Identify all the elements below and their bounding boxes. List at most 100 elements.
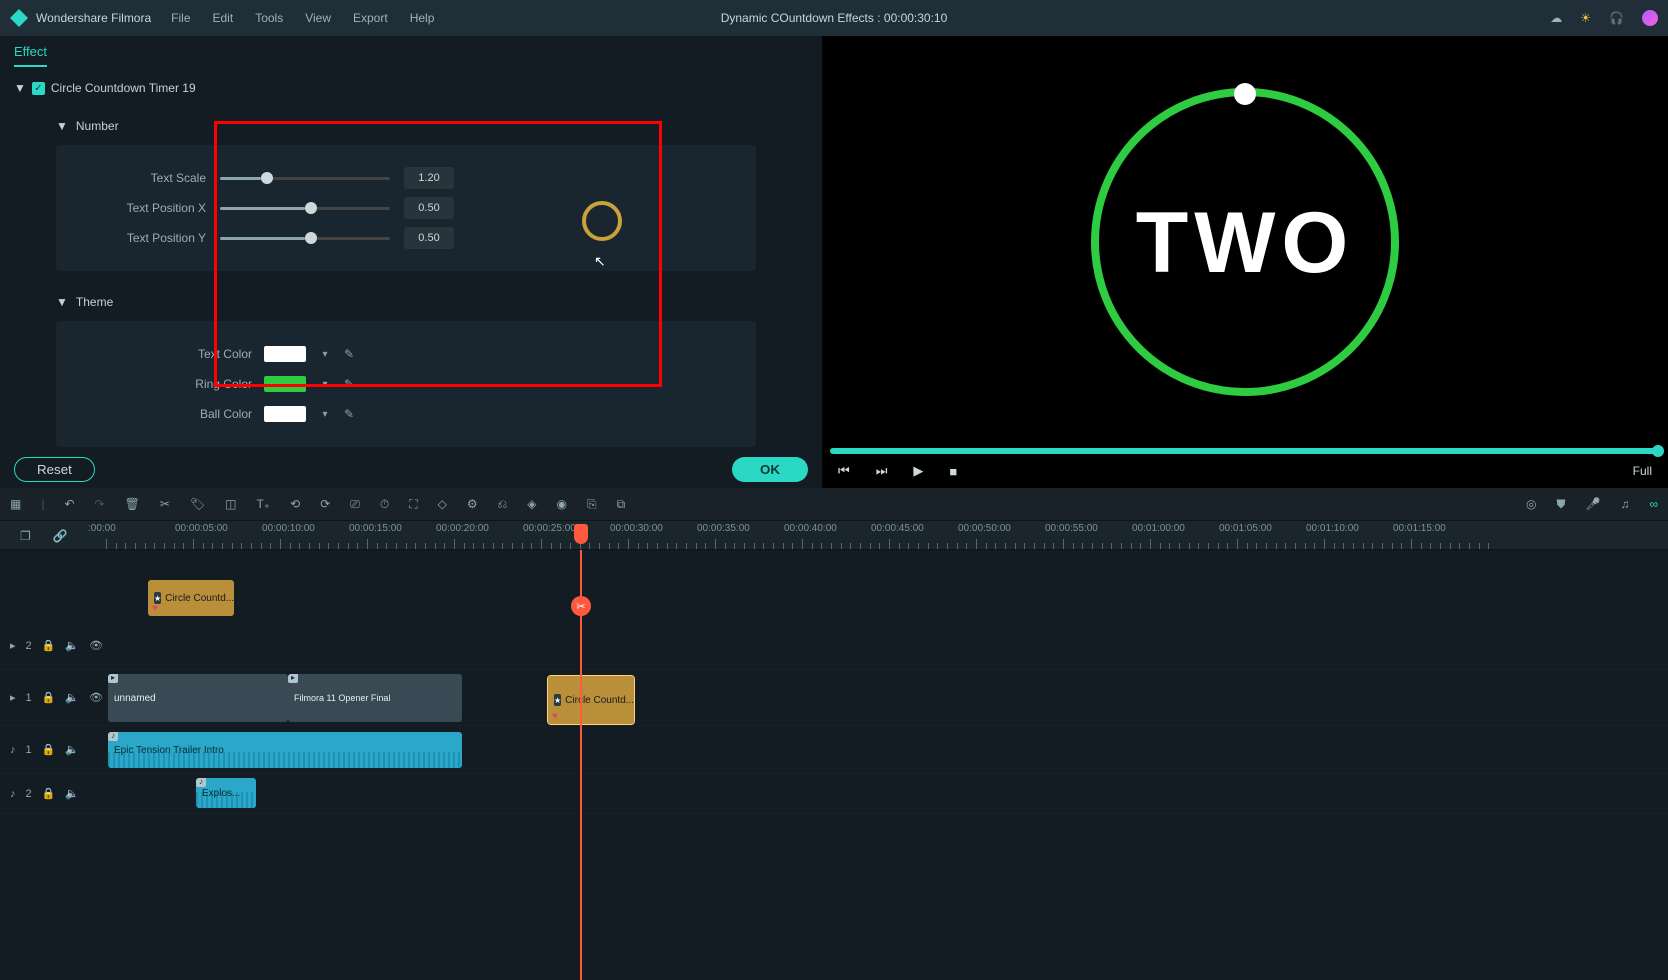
- audio-levels-icon[interactable]: ⎌: [498, 497, 508, 512]
- timeline-link-icon[interactable]: 🔗: [53, 529, 68, 543]
- ok-button[interactable]: OK: [732, 457, 808, 482]
- ruler-tick-label: 00:00:05:00: [175, 523, 228, 534]
- mute-icon[interactable]: 🔈: [65, 787, 79, 800]
- music-icon[interactable]: ♫: [1620, 497, 1629, 512]
- section-theme-header[interactable]: ▼ Theme: [56, 289, 808, 321]
- effect-enabled-checkbox[interactable]: ✓: [32, 82, 45, 95]
- tab-effect[interactable]: Effect: [14, 44, 47, 67]
- menu-view[interactable]: View: [305, 11, 331, 25]
- export-icon[interactable]: ⎘: [587, 497, 597, 512]
- cloud-icon[interactable]: ☁: [1550, 11, 1562, 25]
- tag-icon[interactable]: 🏷: [190, 497, 205, 511]
- text-color-swatch[interactable]: [264, 346, 306, 362]
- eyedropper-icon[interactable]: ✎: [344, 347, 354, 361]
- eyedropper-icon[interactable]: ✎: [344, 377, 354, 391]
- timeline-tracks: ✂ ★ Circle Countd... ♥ ▸ 2 🔒 🔈 👁 ▸ 1 🔒: [0, 550, 1668, 980]
- playhead[interactable]: ✂: [580, 550, 582, 980]
- rotate-ccw-icon[interactable]: ⟲: [290, 497, 300, 511]
- prev-frame-button[interactable]: ⏮: [838, 463, 850, 479]
- play-button[interactable]: ▶: [913, 463, 923, 479]
- stop-button[interactable]: ■: [949, 464, 957, 479]
- effect-item-header[interactable]: ▼ ✓ Circle Countdown Timer 19: [14, 75, 808, 101]
- menu-edit[interactable]: Edit: [213, 11, 234, 25]
- lock-icon[interactable]: 🔒: [42, 743, 56, 756]
- effect-item-name: Circle Countdown Timer 19: [51, 81, 196, 95]
- clip-audio-epic[interactable]: ♪ Epic Tension Trailer Intro: [108, 732, 462, 768]
- preview-progress-bar[interactable]: [830, 448, 1660, 454]
- ruler-tick-label: 00:00:25:00: [523, 523, 576, 534]
- text-scale-slider[interactable]: [220, 177, 390, 180]
- clip-video-opener[interactable]: ▸ Filmora 11 Opener Final: [288, 674, 462, 722]
- cut-icon[interactable]: ✂: [160, 497, 170, 511]
- clip-effect-top[interactable]: ★ Circle Countd... ♥: [148, 580, 234, 616]
- audio-track-icon[interactable]: ♪: [10, 744, 16, 756]
- clip-type-icon: ♪: [108, 732, 118, 741]
- link-toggle-icon[interactable]: ∞: [1649, 497, 1658, 512]
- video-track-icon[interactable]: ▸: [10, 691, 16, 704]
- collapse-caret-icon[interactable]: ▼: [56, 119, 68, 133]
- overlap-icon[interactable]: ⧉: [617, 497, 626, 512]
- mute-icon[interactable]: 🔈: [65, 743, 79, 756]
- price-tag-icon[interactable]: ◇: [438, 497, 447, 511]
- fullscreen-label[interactable]: Full: [1633, 464, 1652, 478]
- mute-icon[interactable]: 🔈: [65, 639, 79, 652]
- collapse-caret-icon[interactable]: ▼: [14, 81, 26, 95]
- screen-icon[interactable]: ⎚: [350, 497, 360, 512]
- ball-color-swatch[interactable]: [264, 406, 306, 422]
- delete-icon[interactable]: 🗑: [125, 497, 140, 511]
- timeline-layers-icon[interactable]: ❐: [20, 529, 31, 543]
- ruler-tick-label: 00:00:50:00: [958, 523, 1011, 534]
- visibility-icon[interactable]: 👁: [89, 639, 103, 652]
- chevron-down-icon[interactable]: ▾: [318, 379, 332, 390]
- shield-icon[interactable]: ⛊: [1556, 497, 1565, 512]
- text-icon[interactable]: T₊: [256, 497, 270, 511]
- sun-icon[interactable]: ☀: [1580, 11, 1591, 25]
- crop-icon[interactable]: ◫: [225, 497, 236, 511]
- clip-video-unnamed[interactable]: ▸ unnamed: [108, 674, 288, 722]
- marker-icon[interactable]: ◈: [527, 497, 536, 511]
- lock-icon[interactable]: 🔒: [42, 787, 56, 800]
- menu-export[interactable]: Export: [353, 11, 388, 25]
- eyedropper-icon[interactable]: ✎: [344, 407, 354, 421]
- text-pos-y-value[interactable]: 0.50: [404, 227, 454, 249]
- target-icon[interactable]: ◎: [1526, 497, 1536, 512]
- focus-icon[interactable]: ⛶: [409, 497, 417, 512]
- menu-tools[interactable]: Tools: [255, 11, 283, 25]
- clip-audio-explosion[interactable]: ♪ Explos...: [196, 778, 256, 808]
- timeline-ruler[interactable]: ❐ 🔗 :00:0000:00:05:0000:00:10:0000:00:15…: [0, 520, 1668, 550]
- audio-track-icon[interactable]: ♪: [10, 788, 16, 800]
- user-avatar[interactable]: [1642, 10, 1658, 26]
- lock-icon[interactable]: 🔒: [42, 691, 56, 704]
- text-scale-label: Text Scale: [76, 171, 206, 185]
- lock-icon[interactable]: 🔒: [42, 639, 56, 652]
- text-pos-y-slider[interactable]: [220, 237, 390, 240]
- countdown-number-text: TWO: [1136, 195, 1355, 291]
- text-pos-x-slider[interactable]: [220, 207, 390, 210]
- chevron-down-icon[interactable]: ▾: [318, 409, 332, 420]
- section-number-header[interactable]: ▼ Number: [56, 113, 808, 145]
- collapse-caret-icon[interactable]: ▼: [56, 295, 68, 309]
- redo-icon[interactable]: ↷: [95, 497, 105, 511]
- video-track-icon[interactable]: ▸: [10, 639, 16, 652]
- chevron-down-icon[interactable]: ▾: [318, 349, 332, 360]
- ring-color-swatch[interactable]: [264, 376, 306, 392]
- headphones-icon[interactable]: 🎧: [1609, 11, 1624, 25]
- layout-icon[interactable]: ▦: [10, 497, 21, 511]
- clip-effect-selected[interactable]: ★ Circle Countd... ♥: [548, 676, 634, 724]
- mute-icon[interactable]: 🔈: [65, 691, 79, 704]
- timeline-toolbar: ▦ | ↶ ↷ 🗑 ✂ 🏷 ◫ T₊ ⟲ ⟳ ⎚ ⏱ ⛶ ◇ ⚙ ⎌ ◈ ◉ ⎘…: [0, 488, 1668, 520]
- menu-file[interactable]: File: [171, 11, 190, 25]
- speed-icon[interactable]: ⏱: [380, 497, 389, 512]
- undo-icon[interactable]: ↶: [64, 497, 74, 511]
- text-pos-x-value[interactable]: 0.50: [404, 197, 454, 219]
- mic-icon[interactable]: 🎤: [1585, 497, 1600, 512]
- visibility-icon[interactable]: 👁: [89, 691, 103, 704]
- record-icon[interactable]: ◉: [557, 497, 567, 511]
- settings-icon[interactable]: ⚙: [467, 497, 478, 511]
- next-frame-button[interactable]: ⏭: [876, 463, 888, 479]
- app-name: Wondershare Filmora: [36, 11, 151, 25]
- text-scale-value[interactable]: 1.20: [404, 167, 454, 189]
- rotate-cw-icon[interactable]: ⟳: [320, 497, 330, 511]
- reset-button[interactable]: Reset: [14, 457, 95, 482]
- menu-help[interactable]: Help: [410, 11, 435, 25]
